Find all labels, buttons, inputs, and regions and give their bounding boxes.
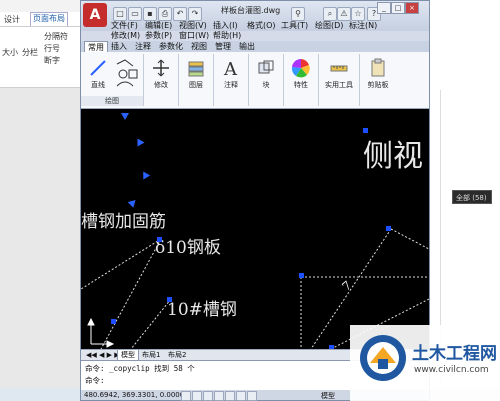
block-label: 块	[262, 81, 270, 89]
word-page-area	[0, 88, 80, 388]
menu-modify[interactable]: 修改(M)	[111, 30, 140, 41]
word-columns-button[interactable]: 分栏	[22, 47, 38, 58]
minimize-icon[interactable]: _	[377, 2, 391, 14]
menu-window[interactable]: 窗口(W)	[179, 30, 209, 41]
marker-arrow	[137, 138, 145, 147]
modify-button[interactable]: 修改	[146, 58, 176, 90]
menu-parametric[interactable]: 参数(P)	[145, 30, 172, 41]
draw-group: 直线 绘图	[81, 54, 144, 106]
clipboard-label: 剪贴板	[367, 81, 389, 89]
clipboard-button[interactable]: 剪贴板	[363, 58, 393, 90]
tab-output[interactable]: 输出	[236, 41, 258, 52]
command-history-line: 命令: _copyclip 找到 58 个	[85, 364, 195, 373]
watermark: 土木工程网 www.civilcn.com	[350, 325, 500, 401]
marker-arrow	[121, 113, 129, 120]
tab-parametric[interactable]: 参数化	[156, 41, 186, 52]
lineweight-toggle-icon[interactable]	[247, 391, 257, 401]
drawing-canvas[interactable]: 侧视 槽钢加固筋 δ10钢板 10#槽钢 7	[81, 109, 429, 349]
otrack-toggle-icon[interactable]	[236, 391, 246, 401]
channel-steel-label: 10#槽钢	[167, 300, 237, 320]
clipboard-icon	[371, 58, 385, 77]
menu-dimension[interactable]: 标注(N)	[349, 20, 377, 31]
word-size-button[interactable]: 大小	[2, 47, 18, 58]
grip-point[interactable]	[157, 237, 162, 242]
word-line-numbers-button[interactable]: 行号	[44, 43, 60, 54]
word-hyphenation-button[interactable]: 断字	[44, 55, 60, 66]
grip-point[interactable]	[363, 128, 368, 133]
draw-tools-icons[interactable]	[115, 58, 139, 92]
tab-home[interactable]: 常用	[84, 41, 108, 52]
block-group: 块	[249, 54, 284, 106]
properties-label: 特性	[294, 81, 308, 89]
maximize-icon[interactable]: □	[391, 2, 405, 14]
grid-toggle-icon[interactable]	[192, 391, 202, 401]
properties-group: 特性	[284, 54, 319, 106]
utilities-button[interactable]: 实用工具	[324, 58, 354, 90]
coordinate-readout: 480.6942, 369.3301, 0.0000	[84, 391, 185, 399]
menu-tools[interactable]: 工具(T)	[281, 20, 308, 31]
tab-layout1[interactable]: 布局1	[139, 350, 163, 360]
modify-group: 修改	[144, 54, 179, 106]
steel-plate-label: δ10钢板	[155, 238, 221, 258]
modify-label: 修改	[154, 81, 168, 89]
watermark-title: 土木工程网	[412, 344, 497, 364]
measure-icon	[330, 65, 348, 72]
menu-draw[interactable]: 绘图(D)	[315, 20, 343, 31]
command-input[interactable]: 命令:	[85, 375, 105, 386]
annotation-button[interactable]: A 注释	[216, 58, 246, 90]
clipboard-group: 剪贴板	[360, 54, 396, 106]
osnap-toggle-icon[interactable]	[225, 391, 235, 401]
grip-point[interactable]	[167, 297, 172, 302]
block-button[interactable]: 块	[251, 58, 281, 90]
close-icon[interactable]: ×	[405, 2, 419, 14]
layers-group: 图层	[179, 54, 214, 106]
word-tab-design[interactable]: 设计	[4, 14, 20, 25]
grip-point[interactable]	[386, 226, 391, 231]
layers-label: 图层	[189, 81, 203, 89]
layers-icon	[188, 61, 204, 77]
move-icon	[153, 59, 169, 77]
line-icon	[90, 60, 106, 76]
menu-format[interactable]: 格式(O)	[247, 20, 276, 31]
menu-help[interactable]: 帮助(H)	[213, 30, 241, 41]
tab-annotate[interactable]: 注释	[132, 41, 154, 52]
color-wheel-icon	[291, 58, 310, 78]
civil-engineering-logo	[360, 335, 406, 381]
selection-count-popup[interactable]: 全部 (58)	[452, 190, 492, 204]
side-view-label: 侧视	[363, 139, 423, 174]
line-button[interactable]: 直线	[83, 58, 113, 90]
annotation-group: A 注释	[214, 54, 249, 106]
properties-button[interactable]: 特性	[286, 58, 316, 90]
menu-bar: 文件(F) 编辑(E) 视图(V) 插入(I) 格式(O) 工具(T) 绘图(D…	[109, 18, 429, 40]
svg-text:A: A	[223, 59, 238, 78]
utilities-label: 实用工具	[325, 81, 353, 89]
grip-point[interactable]	[299, 273, 304, 278]
tab-layout2[interactable]: 布局2	[165, 350, 189, 360]
channel-stiffener-label: 槽钢加固筋	[81, 212, 166, 232]
document-title: 样板台灌图.dwg	[221, 6, 281, 15]
polar-toggle-icon[interactable]	[214, 391, 224, 401]
tab-manage[interactable]: 管理	[212, 41, 234, 52]
ribbon-panel: 直线 绘图 修改 图层 A 注释 块 特性 实用工具 剪贴板	[81, 52, 429, 109]
ortho-toggle-icon[interactable]	[203, 391, 213, 401]
word-breaks-button[interactable]: 分隔符	[44, 31, 68, 42]
tab-insert[interactable]: 插入	[108, 41, 130, 52]
utilities-group: 实用工具	[319, 54, 360, 106]
tab-view[interactable]: 视图	[188, 41, 210, 52]
layers-button[interactable]: 图层	[181, 58, 211, 90]
snap-toggle-icon[interactable]	[181, 391, 191, 401]
application-menu-button[interactable]: A	[83, 3, 107, 27]
draw-group-label: 绘图	[81, 96, 143, 106]
word-ribbon-tabs: 设计 页面布局	[0, 12, 80, 27]
block-icon	[258, 60, 274, 74]
watermark-url: www.civilcn.com	[414, 365, 489, 375]
text-icon: A	[223, 59, 238, 78]
word-ribbon: 大小 分栏 分隔符 行号 断字	[0, 27, 80, 88]
model-space-label[interactable]: 模型	[321, 391, 335, 401]
annotation-label: 注释	[224, 81, 238, 89]
grip-point[interactable]	[111, 319, 116, 324]
word-tab-page-layout[interactable]: 页面布局	[30, 12, 68, 26]
ribbon-tabs: 常用 插入 注释 参数化 视图 管理 输出	[81, 41, 429, 52]
line-label: 直线	[91, 81, 105, 89]
